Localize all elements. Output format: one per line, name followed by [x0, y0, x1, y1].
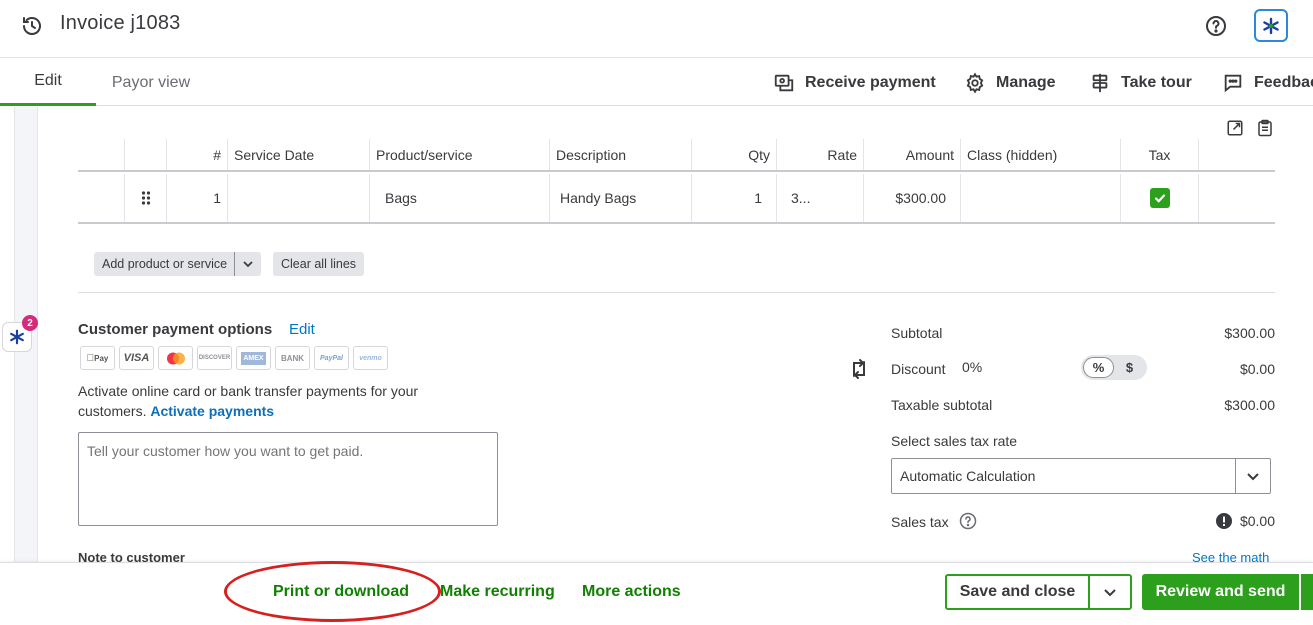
- print-or-download-link[interactable]: Print or download: [273, 583, 409, 601]
- tab-payor-view[interactable]: Payor view: [96, 59, 206, 106]
- review-and-send-button[interactable]: Review and send: [1142, 574, 1299, 610]
- col-amount: Amount: [863, 139, 960, 170]
- page-title: Invoice j1083: [60, 12, 181, 34]
- apple-pay-logo: Pay: [80, 346, 115, 370]
- subtotal-value: $300.00: [1224, 325, 1275, 341]
- row-description[interactable]: Handy Bags: [549, 174, 691, 222]
- discover-logo: DISCOVER: [197, 346, 232, 370]
- row-tax-checkbox[interactable]: [1120, 174, 1198, 222]
- discount-label: Discount: [891, 361, 946, 377]
- sales-tax-value: $0.00: [1239, 513, 1275, 529]
- row-number: 1: [166, 174, 227, 222]
- tax-rate-label: Select sales tax rate: [891, 433, 1018, 449]
- table-row[interactable]: 1 Bags Handy Bags 1 3... $300.00: [78, 174, 1275, 224]
- save-options-button[interactable]: [1088, 574, 1132, 610]
- payment-options-title: Customer payment options: [78, 321, 273, 338]
- discount-value: $0.00: [1239, 361, 1275, 377]
- chevron-down-icon[interactable]: [1235, 459, 1270, 493]
- checkmark-icon: [1149, 188, 1170, 208]
- toggle-dollar[interactable]: $: [1114, 357, 1145, 378]
- table-header: # Service Date Product/service Descripti…: [78, 139, 1275, 172]
- chat-icon: [1224, 74, 1242, 92]
- col-product: Product/service: [369, 139, 549, 170]
- payment-edit-link[interactable]: Edit: [289, 321, 315, 338]
- swap-icon[interactable]: [850, 358, 868, 385]
- paypal-logo: PayPal: [314, 346, 349, 370]
- row-actions: [1198, 174, 1275, 222]
- tax-rate-value: Automatic Calculation: [900, 468, 1036, 484]
- row-rate[interactable]: 3...: [776, 174, 863, 222]
- sales-tax-label: Sales tax: [891, 514, 949, 530]
- row-product[interactable]: Bags: [369, 174, 549, 222]
- line-items-table: # Service Date Product/service Descripti…: [78, 139, 1275, 225]
- tab-bar: Edit Payor view Receive payment Manage T…: [0, 59, 1313, 106]
- manage-label: Manage: [996, 73, 1056, 91]
- bank-logo: BANK: [275, 346, 310, 370]
- gear-icon: [966, 72, 984, 93]
- clear-all-lines-button[interactable]: Clear all lines: [273, 252, 365, 276]
- more-actions-link[interactable]: More actions: [582, 583, 681, 601]
- col-tax: Tax: [1120, 139, 1198, 170]
- page-header: Invoice j1083: [0, 0, 1313, 58]
- col-number: #: [166, 139, 227, 170]
- send-options-button[interactable]: [1300, 574, 1313, 610]
- discount-type-toggle[interactable]: % $: [1081, 355, 1147, 380]
- venmo-logo: venmo: [353, 346, 388, 370]
- take-tour-button[interactable]: Take tour: [1089, 59, 1192, 106]
- make-recurring-link[interactable]: Make recurring: [440, 583, 555, 601]
- row-amount[interactable]: $300.00: [863, 174, 960, 222]
- col-class: Class (hidden): [960, 139, 1120, 170]
- ai-assistant-icon: [10, 329, 24, 345]
- row-class[interactable]: [960, 174, 1120, 222]
- warning-icon[interactable]: [1216, 513, 1232, 534]
- save-and-close-button[interactable]: Save and close: [945, 574, 1089, 610]
- col-service-date: Service Date: [227, 139, 369, 170]
- receive-payment-button[interactable]: Receive payment: [773, 59, 936, 106]
- receive-payment-label: Receive payment: [805, 73, 936, 91]
- amex-logo: AMEX: [236, 346, 271, 370]
- taxable-subtotal-label: Taxable subtotal: [891, 397, 993, 413]
- manage-button[interactable]: Manage: [964, 59, 1056, 106]
- taxable-subtotal-value: $300.00: [1224, 397, 1275, 413]
- col-description: Description: [549, 139, 691, 170]
- activate-payments-text: Activate online card or bank transfer pa…: [78, 381, 438, 421]
- chevron-down-icon: [1104, 589, 1116, 597]
- signpost-icon: [1092, 73, 1108, 92]
- payment-logos: Pay VISA mastercard DISCOVER AMEX BANK …: [80, 346, 388, 370]
- history-icon[interactable]: [20, 14, 44, 38]
- discount-percent-input[interactable]: 0%: [962, 359, 982, 375]
- info-icon[interactable]: [959, 512, 977, 535]
- col-qty: Qty: [691, 139, 776, 170]
- take-tour-label: Take tour: [1121, 73, 1192, 91]
- col-rate: Rate: [776, 139, 863, 170]
- add-product-label: Add product or service: [102, 257, 228, 271]
- visa-logo: VISA: [119, 346, 154, 370]
- tab-edit[interactable]: Edit: [0, 59, 96, 106]
- drag-handle-icon[interactable]: [124, 174, 166, 222]
- feedback-label: Feedback: [1254, 73, 1313, 91]
- notification-badge: 2: [22, 315, 38, 331]
- payment-instructions-input[interactable]: [78, 432, 498, 526]
- col-drag: [124, 139, 166, 170]
- col-actions: [1198, 139, 1275, 170]
- subtotal-label: Subtotal: [891, 325, 943, 341]
- mastercard-logo: mastercard: [158, 346, 193, 370]
- toggle-percent[interactable]: %: [1083, 357, 1114, 378]
- section-divider: [78, 292, 1275, 293]
- help-icon[interactable]: [1204, 14, 1228, 38]
- feedback-button[interactable]: Feedback: [1222, 59, 1313, 106]
- receipt-icon: [774, 74, 794, 91]
- add-product-button[interactable]: Add product or service: [94, 252, 262, 276]
- row-service-date[interactable]: [227, 174, 369, 222]
- tax-rate-select[interactable]: Automatic Calculation: [891, 458, 1271, 494]
- ai-assistant-icon[interactable]: [1254, 9, 1288, 42]
- chevron-down-icon[interactable]: [235, 258, 261, 270]
- row-qty[interactable]: 1: [691, 174, 776, 222]
- activate-payments-link[interactable]: Activate payments: [150, 403, 274, 419]
